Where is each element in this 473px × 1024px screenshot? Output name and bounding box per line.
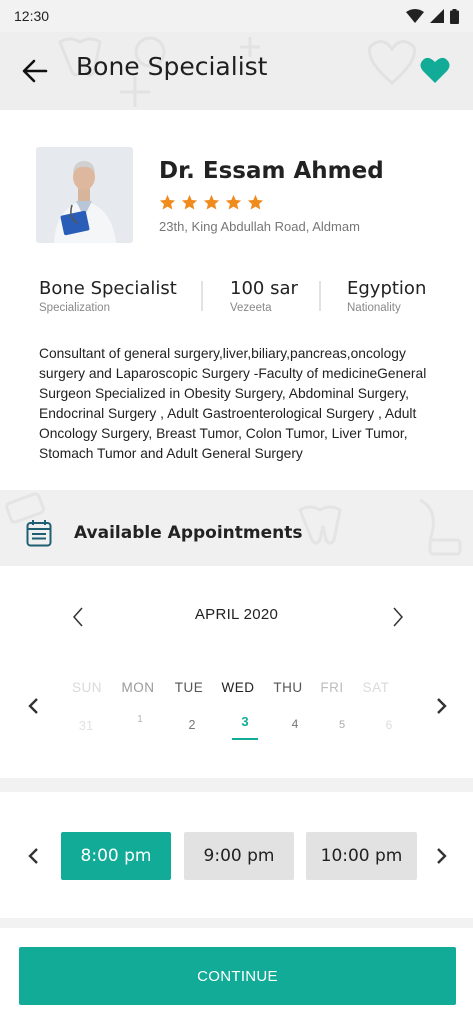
date-31: 31: [78, 718, 94, 733]
weekday-sat: SAT: [362, 680, 390, 695]
weekday-wed: WED: [221, 680, 255, 695]
weekday-sun: SUN: [71, 680, 102, 695]
doctor-photo: [36, 147, 133, 243]
weekday-tue: TUE: [174, 680, 204, 695]
weekday-thu: THU: [273, 680, 303, 695]
fact-fee: 100 sar Vezeeta: [230, 278, 298, 314]
back-arrow-icon[interactable]: [22, 58, 48, 84]
date-6: 6: [385, 718, 393, 732]
appointments-title: Available Appointments: [74, 523, 303, 543]
selected-date-indicator: [232, 738, 258, 740]
divider: [319, 281, 321, 311]
divider: [201, 281, 203, 311]
date-4[interactable]: 4: [275, 717, 315, 731]
date-1[interactable]: 1: [120, 714, 160, 725]
appointments-header: Available Appointments: [0, 490, 473, 566]
doctor-profile-card: Dr. Essam Ahmed 23th, King Abdullah Road…: [0, 110, 473, 490]
fact-nationality: Egyption Nationality: [347, 278, 426, 314]
date-3-selected[interactable]: 3: [225, 714, 265, 729]
app-header: Bone Specialist: [0, 32, 473, 110]
star-icon: [247, 194, 264, 210]
status-time: 12:30: [14, 8, 50, 24]
footer: CONTINUE: [0, 928, 473, 1024]
chevron-left-icon[interactable]: [27, 845, 41, 867]
doctor-facts: Bone Specialist Specialization 100 sar V…: [39, 278, 459, 318]
star-icon: [181, 194, 198, 210]
doctor-name: Dr. Essam Ahmed: [159, 158, 384, 184]
wifi-icon: [406, 9, 424, 23]
time-slot-9pm[interactable]: 9:00 pm: [184, 832, 294, 880]
date-picker: APRIL 2020 SUN MON TUE WED THU FRI SAT 3…: [0, 566, 473, 778]
battery-icon: [450, 8, 459, 24]
fact-label: Vezeeta: [230, 302, 272, 314]
status-icons: [406, 8, 459, 24]
fact-value: 100 sar: [230, 278, 298, 299]
rating-stars: [159, 194, 264, 211]
doctor-bio: Consultant of general surgery,liver,bili…: [39, 346, 427, 461]
fact-label: Nationality: [347, 302, 401, 314]
time-slot-10pm[interactable]: 10:00 pm: [306, 832, 417, 880]
continue-button[interactable]: CONTINUE: [19, 947, 456, 1005]
chevron-right-icon[interactable]: [391, 606, 405, 628]
heart-icon[interactable]: [420, 56, 450, 84]
star-icon: [203, 194, 220, 210]
chevron-right-icon[interactable]: [434, 845, 448, 867]
date-5[interactable]: 5: [322, 719, 362, 731]
signal-icon: [430, 9, 444, 23]
calendar-icon: [26, 520, 52, 547]
weekday-fri: FRI: [320, 680, 344, 695]
fact-label: Specialization: [39, 302, 110, 314]
page-title: Bone Specialist: [76, 52, 268, 81]
doctor-address: 23th, King Abdullah Road, Aldmam: [159, 219, 360, 234]
fact-specialization: Bone Specialist Specialization: [39, 278, 177, 314]
weekday-mon: MON: [121, 680, 155, 695]
fact-value: Bone Specialist: [39, 278, 177, 299]
time-slot-picker: 8:00 pm 9:00 pm 10:00 pm: [0, 792, 473, 918]
star-icon: [159, 194, 176, 210]
star-icon: [225, 194, 242, 210]
date-2[interactable]: 2: [172, 718, 212, 732]
status-bar: 12:30: [0, 0, 473, 32]
fact-value: Egyption: [347, 278, 427, 299]
time-slot-8pm[interactable]: 8:00 pm: [61, 832, 171, 880]
weekday-row: SUN MON TUE WED THU FRI SAT: [0, 680, 473, 700]
